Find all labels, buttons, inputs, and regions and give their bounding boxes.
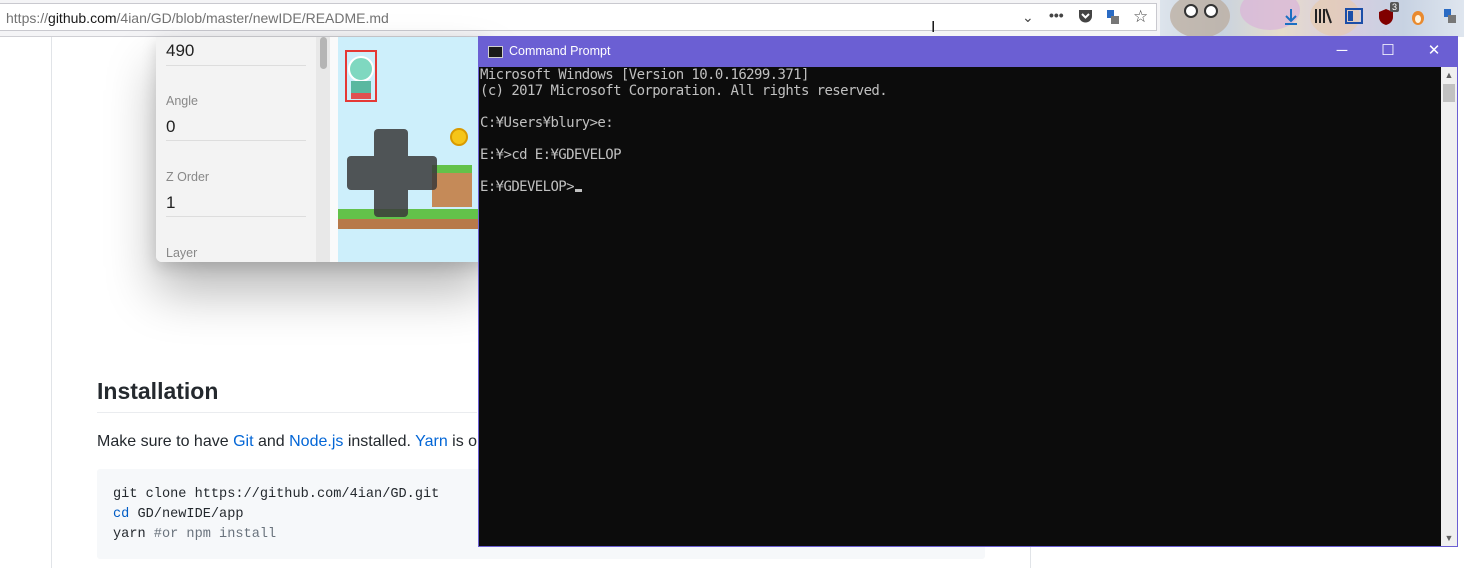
heading-divider	[97, 412, 477, 413]
minimize-button[interactable]: ─	[1319, 37, 1365, 67]
paragraph-text: and	[253, 433, 290, 450]
code-line: yarn #or npm install	[113, 527, 276, 542]
url-host: github.com	[48, 10, 117, 26]
browser-toolbar: https://github.com/4ian/GD/blob/master/n…	[0, 0, 1464, 38]
url-prefix: https://	[6, 10, 49, 26]
code-text: GD/newIDE/app	[129, 507, 244, 522]
scroll-down-icon[interactable]: ▼	[1441, 530, 1457, 546]
code-line: git clone https://github.com/4ian/GD.git	[113, 487, 440, 502]
divider	[166, 140, 306, 141]
scroll-thumb[interactable]	[1443, 84, 1455, 102]
maximize-button[interactable]: ☐	[1365, 37, 1411, 67]
command-prompt-window[interactable]: Command Prompt ─ ☐ ✕ Microsoft Windows […	[478, 36, 1458, 547]
screenshot-icon[interactable]	[1106, 9, 1120, 28]
bookmark-star-icon[interactable]: ☆	[1133, 7, 1148, 27]
console-line: C:¥Users¥blury>e:	[480, 115, 614, 131]
url-path: /4ian/GD/blob/master/newIDE/README.md	[116, 10, 389, 26]
url-text[interactable]: https://github.com/4ian/GD/blob/master/n…	[6, 10, 389, 26]
dpad-icon	[347, 129, 437, 217]
sidebar-icon[interactable]	[1345, 8, 1363, 26]
properties-panel: 490 Angle 0 Z Order 1 Layer	[156, 37, 316, 262]
close-button[interactable]: ✕	[1411, 37, 1457, 67]
console-app-icon	[488, 46, 503, 58]
console-output[interactable]: Microsoft Windows [Version 10.0.16299.37…	[479, 67, 1441, 546]
scroll-up-icon[interactable]: ▲	[1441, 67, 1457, 83]
nodejs-link[interactable]: Node.js	[289, 433, 343, 450]
readme-screenshot-image: 490 Angle 0 Z Order 1 Layer	[156, 37, 486, 262]
angle-value: 0	[166, 117, 176, 136]
chevron-down-icon[interactable]: ⌄	[1022, 9, 1034, 26]
zorder-label: Z Order	[166, 170, 210, 184]
property-value: 490	[166, 41, 195, 60]
code-text: yarn	[113, 527, 154, 542]
console-line: (c) 2017 Microsoft Corporation. All righ…	[480, 83, 888, 99]
library-icon[interactable]	[1314, 8, 1332, 26]
zorder-value: 1	[166, 193, 176, 212]
layer-label: Layer	[166, 246, 198, 260]
angle-label: Angle	[166, 94, 198, 108]
game-scene-preview	[338, 37, 486, 262]
ibeam-cursor-icon: I	[931, 19, 936, 36]
panel-scrollbar	[316, 37, 330, 262]
git-link[interactable]: Git	[233, 433, 253, 450]
code-line: cd GD/newIDE/app	[113, 507, 244, 522]
window-titlebar[interactable]: Command Prompt ─ ☐ ✕	[479, 37, 1457, 67]
egg-extension-icon[interactable]	[1409, 8, 1427, 26]
console-prompt-line: E:¥GDEVELOP>	[480, 179, 582, 195]
paragraph-text: Make sure to have	[97, 433, 234, 450]
divider	[166, 65, 306, 66]
divider	[166, 216, 306, 217]
yarn-link[interactable]: Yarn	[415, 433, 448, 450]
console-prompt: E:¥GDEVELOP>	[480, 179, 575, 195]
address-bar[interactable]: https://github.com/4ian/GD/blob/master/n…	[0, 3, 1157, 31]
console-line: E:¥>cd E:¥GDEVELOP	[480, 147, 622, 163]
console-line: Microsoft Windows [Version 10.0.16299.37…	[480, 67, 809, 83]
downloads-icon[interactable]	[1282, 8, 1300, 26]
install-paragraph: Make sure to have Git and Node.js instal…	[97, 433, 486, 451]
ellipsis-icon[interactable]: •••	[1049, 7, 1064, 23]
console-scrollbar[interactable]: ▲ ▼	[1441, 67, 1457, 546]
screenshot-tool-icon[interactable]	[1441, 8, 1459, 26]
installation-heading: Installation	[97, 378, 219, 404]
paragraph-text: installed.	[343, 433, 416, 450]
text-cursor	[574, 189, 582, 192]
extension-badge: 3	[1390, 2, 1400, 12]
window-title: Command Prompt	[509, 44, 611, 58]
content-border-left	[51, 37, 52, 568]
panel-scroll-thumb	[320, 37, 327, 69]
code-keyword: cd	[113, 507, 130, 522]
code-comment: #or npm install	[153, 527, 277, 542]
pocket-icon[interactable]	[1077, 8, 1094, 27]
